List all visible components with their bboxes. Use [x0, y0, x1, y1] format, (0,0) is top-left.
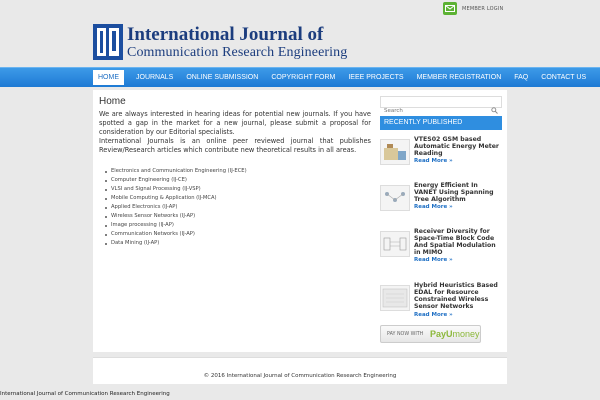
- main-panel: Home We are always interested in hearing…: [93, 90, 507, 352]
- nav-copyright-form[interactable]: Copyright Form: [266, 68, 340, 87]
- logo-subtitle: Communication Research Engineering: [127, 45, 348, 60]
- main-nav: Home Journals Online Submission Copyrigh…: [0, 67, 600, 87]
- list-item: Wireless Sensor Networks (IJ-AP): [105, 212, 371, 221]
- post-title-link[interactable]: VTES02 GSM based Automatic Energy Meter …: [414, 136, 502, 157]
- nav-online-submission[interactable]: Online Submission: [181, 68, 263, 87]
- nav-member-registration[interactable]: Member Registration: [412, 68, 507, 87]
- list-item: Computer Engineering (IJ-CE): [105, 176, 371, 185]
- nav-faq[interactable]: FAQ: [509, 68, 533, 87]
- footer: © 2016 International Journal of Communic…: [93, 357, 507, 384]
- read-more-link[interactable]: Read More »: [414, 257, 453, 263]
- payumoney-logo: PayUmoney: [430, 329, 480, 339]
- search-box: [380, 96, 502, 116]
- intro-paragraph: We are always interested in hearing idea…: [99, 110, 371, 136]
- footer-copyright: © 2016 International Journal of Communic…: [203, 373, 397, 379]
- search-input[interactable]: [381, 106, 486, 116]
- page-bottom-title: International Journal of Communication R…: [0, 391, 170, 397]
- list-item: Data Mining (IJ-AP): [105, 239, 371, 248]
- intro-text: We are always interested in hearing idea…: [99, 110, 371, 155]
- intro-paragraph: International Journals is an online peer…: [99, 137, 371, 154]
- list-item: Mobile Computing & Application (IJ-MCA): [105, 194, 371, 203]
- nav-home[interactable]: Home: [93, 70, 124, 85]
- nav-ieee-projects[interactable]: IEEE Projects: [343, 68, 408, 87]
- search-icon[interactable]: [491, 99, 498, 118]
- read-more-link[interactable]: Read More »: [414, 312, 453, 318]
- post-thumbnail[interactable]: [380, 231, 410, 257]
- page-title: Home: [99, 96, 126, 107]
- list-item: Applied Electronics (IJ-AP): [105, 203, 371, 212]
- post-thumbnail[interactable]: [380, 139, 410, 165]
- nav-journals[interactable]: Journals: [131, 68, 178, 87]
- journal-list: Electronics and Communication Engineerin…: [99, 167, 371, 248]
- read-more-link[interactable]: Read More »: [414, 204, 453, 210]
- sidebar: RECENTLY PUBLISHED VTES02 GSM based Auto…: [380, 96, 502, 343]
- list-item: Electronics and Communication Engineerin…: [105, 167, 371, 176]
- post-title-link[interactable]: Receiver Diversity for Space-Time Block …: [414, 228, 502, 256]
- list-item: Communication Networks (IJ-AP): [105, 230, 371, 239]
- post-title-link[interactable]: Hybrid Heuristics Based EDAL for Resourc…: [414, 282, 502, 310]
- mail-icon[interactable]: [443, 2, 457, 15]
- post-title-link[interactable]: Energy Efficient In VANET Using Spanning…: [414, 182, 502, 203]
- logo-mark: [93, 24, 123, 60]
- content-area: Home We are always interested in hearing…: [99, 96, 371, 248]
- pay-now-payumoney-button[interactable]: PAY NOW WITH PayUmoney: [380, 325, 481, 343]
- list-item: Image processing (IJ-AP): [105, 221, 371, 230]
- nav-contact-us[interactable]: Contact Us: [536, 68, 591, 87]
- member-login-link[interactable]: MEMBER LOGIN: [462, 6, 503, 12]
- read-more-link[interactable]: Read More »: [414, 158, 453, 164]
- logo-title: International Journal of: [127, 24, 324, 45]
- recently-published-header: RECENTLY PUBLISHED: [380, 116, 502, 130]
- list-item: VLSI and Signal Processing (IJ-VSP): [105, 185, 371, 194]
- post-thumbnail[interactable]: [380, 185, 410, 211]
- site-logo[interactable]: International Journal of Communication R…: [93, 24, 363, 62]
- post-thumbnail[interactable]: [380, 285, 410, 311]
- pay-now-label: PAY NOW WITH: [387, 332, 424, 337]
- top-bar: MEMBER LOGIN: [0, 0, 600, 22]
